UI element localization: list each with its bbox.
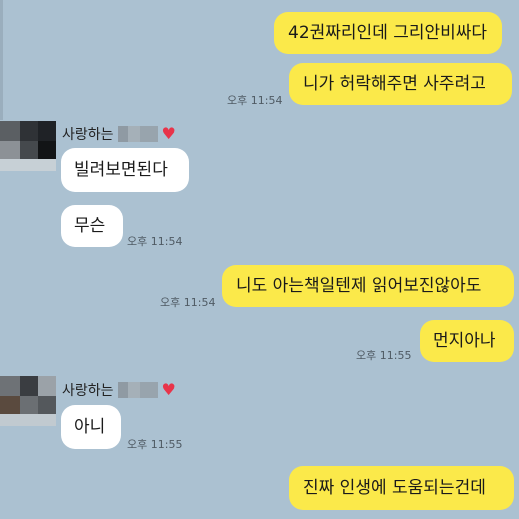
sender-name-text: 사랑하는 [62,127,114,143]
message-time: 오후 11:55 [127,438,183,451]
message-bubble-mine[interactable]: 진짜 인생에 도움되는건데 [289,466,514,510]
avatar[interactable] [0,121,56,171]
message-bubble-theirs[interactable]: 아니 [61,405,121,449]
blurred-name [117,126,158,142]
heart-icon: ♥ [161,124,176,143]
message-text: 먼지아나 [433,331,496,351]
blurred-name [117,382,158,398]
message-bubble-mine[interactable]: 먼지아나 [420,320,514,362]
message-text: 42권짜리인데 그리안비싸다 [288,23,488,43]
message-time: 오후 11:54 [160,296,216,309]
avatar[interactable] [0,376,56,426]
message-bubble-mine[interactable]: 니가 허락해주면 사주려고 [289,63,512,105]
heart-icon: ♥ [161,380,176,399]
message-text: 아니 [74,417,106,437]
message-time: 오후 11:54 [127,235,183,248]
sender-name: 사랑하는 ♥ [62,380,176,400]
message-text: 무슨 [74,216,106,236]
message-bubble-mine[interactable]: 42권짜리인데 그리안비싸다 [274,12,502,54]
message-text: 니도 아는책일텐제 읽어보진않아도 [236,276,482,296]
message-bubble-theirs[interactable]: 무슨 [61,205,123,247]
message-text: 니가 허락해주면 사주려고 [303,74,486,94]
message-text: 빌려보면된다 [74,160,168,180]
message-text: 진짜 인생에 도움되는건데 [303,478,486,498]
sender-name-text: 사랑하는 [62,383,114,399]
chat-left-edge [0,0,3,120]
message-time: 오후 11:54 [227,94,283,107]
message-time: 오후 11:55 [356,349,412,362]
message-bubble-mine[interactable]: 니도 아는책일텐제 읽어보진않아도 [222,265,514,307]
message-bubble-theirs[interactable]: 빌려보면된다 [61,148,189,192]
sender-name: 사랑하는 ♥ [62,124,176,144]
